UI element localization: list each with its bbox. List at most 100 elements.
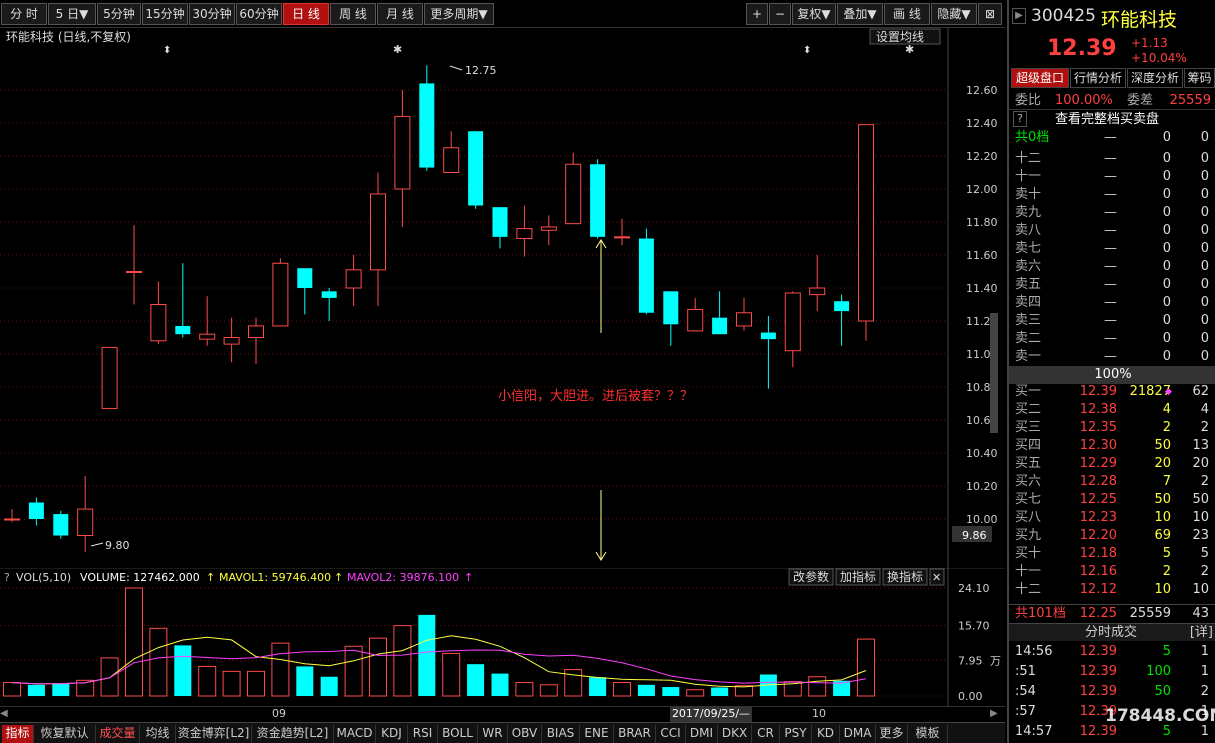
adjust-price-button[interactable]: 复权▼ [792,3,836,25]
candle[interactable] [516,205,533,257]
trade-row[interactable]: :54 12.39 50 2 [1009,683,1215,701]
trades-detail-link[interactable]: [详] [1190,624,1213,642]
volume-chart[interactable]: ? VOL(5,10) VOLUME: 127462.000 ↑ MAVOL1:… [0,567,1005,706]
zoom-out-button[interactable]: − [769,3,791,25]
candle[interactable] [394,90,411,227]
indicator-tab[interactable]: CR [752,725,780,743]
buy-row[interactable]: 买五 12.29 20 20 [1009,455,1215,473]
indicator-tab[interactable]: 成交量 [96,725,140,743]
indicator-tab[interactable]: 资金博弈[L2] [176,725,252,743]
event-star-icon[interactable]: ✱ [393,43,402,56]
candle[interactable] [101,346,118,409]
sell-row[interactable]: 卖一 — 0 0 [1009,348,1215,366]
sell-row[interactable]: 十二 — 0 0 [1009,150,1215,168]
candle[interactable] [712,291,728,335]
vertical-scrollbar[interactable] [990,313,998,433]
period-60min-button[interactable]: 60分钟 [236,3,282,25]
indicator-tab[interactable]: BOLL [438,725,478,743]
candle[interactable] [77,476,94,552]
sell-row[interactable]: 卖八 — 0 0 [1009,222,1215,240]
candle[interactable] [834,294,850,346]
indicator-tab[interactable]: DMA [840,725,876,743]
candle[interactable] [663,291,679,346]
hide-button[interactable]: 隐藏▼ [931,3,977,25]
candle[interactable] [248,317,264,364]
add-indicator-button[interactable]: 加指标 [835,568,881,586]
indicator-tab[interactable]: WR [478,725,508,743]
indicator-tab[interactable]: 更多 [876,725,908,743]
scroll-right-icon[interactable]: ▶ [990,708,1002,720]
period-monthly-button[interactable]: 月 线 [377,3,423,25]
candle[interactable] [638,228,654,315]
candlestick-chart[interactable]: 12.60 12.40 12.20 12.00 11.80 11.60 11.40 11.20… [0,28,1005,568]
more-periods-button[interactable]: 更多周期▼ [424,3,494,25]
indicator-tab[interactable]: 模板 [908,725,948,743]
tab-super-book[interactable]: 超级盘口 [1011,68,1069,88]
candle[interactable] [858,124,874,341]
indicator-tab[interactable]: PSY [780,725,812,743]
indicator-tab[interactable]: CCI [656,725,686,743]
panel-toggle-icon[interactable]: ▶ [1012,8,1026,24]
candle[interactable] [4,509,20,523]
candle[interactable] [321,288,337,321]
buy-row[interactable]: 买一 12.39 21827 62 ◆ [1009,383,1215,401]
period-5min-button[interactable]: 5分钟 [97,3,141,25]
ma-settings-button[interactable]: 设置均线 [869,28,941,45]
candle[interactable] [419,65,435,171]
period-weekly-button[interactable]: 周 线 [330,3,376,25]
period-15min-button[interactable]: 15分钟 [142,3,188,25]
candle[interactable] [297,268,313,315]
help-icon[interactable]: ? [1013,111,1027,127]
period-daily-button[interactable]: 日 线 [283,3,329,25]
buy-row[interactable]: 买八 12.23 10 10 [1009,509,1215,527]
sell-row[interactable]: 卖十 — 0 0 [1009,186,1215,204]
sell-row[interactable]: 卖七 — 0 0 [1009,240,1215,258]
zoom-in-button[interactable]: + [746,3,768,25]
trade-row[interactable]: 14:56 12.39 5 1 [1009,643,1215,661]
buy-row[interactable]: 买六 12.28 7 2 [1009,473,1215,491]
change-params-button[interactable]: 改参数 [788,568,834,586]
candle[interactable] [443,131,460,173]
candle[interactable] [28,497,44,526]
tab-market-analysis[interactable]: 行情分析 [1070,68,1126,88]
candle[interactable] [809,255,826,312]
help-icon[interactable]: ? [4,571,10,584]
indicator-tab[interactable]: ENE [580,725,614,743]
indicator-tab[interactable]: MACD [334,725,376,743]
candle[interactable] [272,258,289,327]
candle[interactable] [614,218,630,246]
candle[interactable] [687,297,704,332]
indicator-tab[interactable]: KDJ [376,725,408,743]
buy-row[interactable]: 买三 12.35 2 2 [1009,419,1215,437]
period-30min-button[interactable]: 30分钟 [189,3,235,25]
candle[interactable] [53,510,69,539]
candle[interactable] [345,255,362,307]
tab-chips[interactable]: 筹码 [1184,68,1215,88]
close-icon[interactable]: ⊠ [978,3,1002,25]
event-marker-icon[interactable]: ⬍ [803,45,811,56]
candle[interactable] [370,172,386,307]
sell-row[interactable]: 卖五 — 0 0 [1009,276,1215,294]
candle[interactable] [760,316,776,389]
candle[interactable] [492,207,508,249]
overlay-button[interactable]: 叠加▼ [837,3,883,25]
candle[interactable] [126,225,142,305]
candle[interactable] [175,263,191,338]
draw-line-button[interactable]: 画 线 [884,3,930,25]
tab-depth-analysis[interactable]: 深度分析 [1127,68,1183,88]
sell-row[interactable]: 卖三 — 0 0 [1009,312,1215,330]
buy-row[interactable]: 买九 12.20 69 23 [1009,527,1215,545]
indicator-tab[interactable]: DMI [686,725,718,743]
indicator-tab[interactable]: DKX [718,725,752,743]
indicator-tab[interactable]: 指标 [2,725,34,743]
indicator-tab[interactable]: BIAS [542,725,580,743]
buy-row[interactable]: 买七 12.25 50 50 [1009,491,1215,509]
candle[interactable] [468,131,484,209]
buy-row[interactable]: 买十 12.18 5 5 [1009,545,1215,563]
candle[interactable] [736,297,752,331]
candle[interactable] [223,317,240,363]
indicator-tab[interactable]: 恢复默认 [34,725,96,743]
buy-row[interactable]: 买四 12.30 50 13 [1009,437,1215,455]
period-5day-button[interactable]: 5 日▼ [48,3,96,25]
buy-row[interactable]: 十二 12.12 10 10 [1009,581,1215,599]
